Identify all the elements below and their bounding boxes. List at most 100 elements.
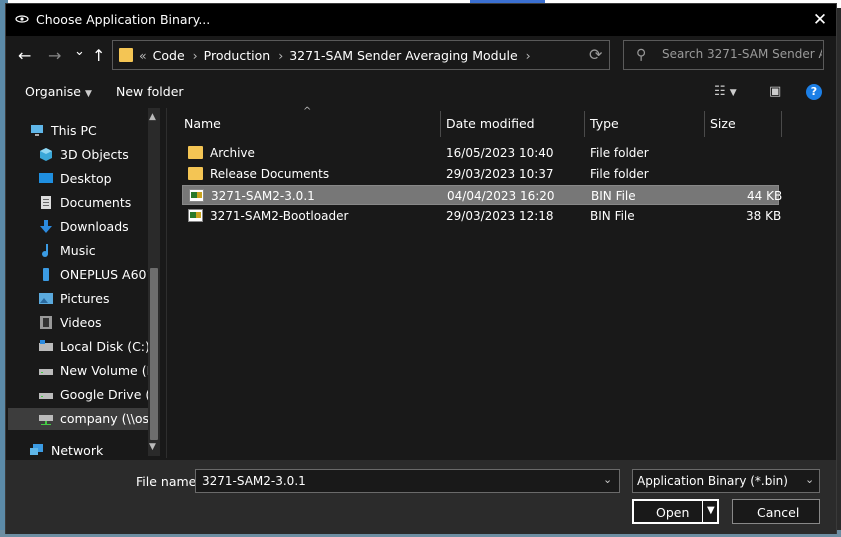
chevron-right-icon[interactable]: ›	[278, 48, 283, 63]
file-date: 04/04/2023 16:20	[447, 189, 555, 203]
column-header-date[interactable]: Date modified	[446, 116, 535, 131]
title-bar[interactable]: Choose Application Binary... ✕	[6, 4, 836, 36]
close-button[interactable]: ✕	[806, 8, 834, 32]
pictures-icon	[39, 293, 53, 304]
open-button-label: Open	[656, 505, 690, 520]
file-name-label: File name:	[136, 474, 201, 489]
file-name: Archive	[210, 146, 255, 160]
sidebar-item-music[interactable]: Music	[8, 240, 148, 262]
file-name: 3271-SAM2-3.0.1	[211, 189, 315, 203]
folder-icon	[188, 146, 203, 159]
sidebar-item-label: Local Disk (C:)	[60, 339, 148, 354]
dialog-app-icon	[15, 15, 29, 23]
scroll-down-icon[interactable]: ▼	[149, 442, 156, 452]
column-divider[interactable]	[704, 111, 705, 137]
sidebar-item-label: Desktop	[60, 171, 112, 186]
file-size: 38 KB	[746, 209, 782, 223]
cancel-button[interactable]: Cancel	[732, 499, 820, 524]
navigation-pane: This PC 3D Objects Desktop Documents Dow…	[8, 108, 162, 456]
download-icon	[40, 220, 52, 233]
file-type-filter[interactable]: Application Binary (*.bin) ⌄	[632, 469, 820, 493]
file-list: ^ Name Date modified Type Size Archive 1…	[166, 106, 837, 458]
table-row[interactable]: Release Documents 29/03/2023 10:37 File …	[182, 164, 779, 184]
documents-icon	[41, 196, 51, 209]
folder-icon	[119, 48, 133, 62]
table-row[interactable]: 3271-SAM2-Bootloader 29/03/2023 12:18 BI…	[182, 206, 782, 226]
organise-menu[interactable]: Organise ▼	[25, 84, 92, 99]
view-options-icon[interactable]: ☷ ▼	[714, 84, 737, 99]
breadcrumb: « Code › Production › 3271-SAM Sender Averagi…	[139, 48, 537, 63]
drive-icon	[39, 369, 53, 375]
sidebar-item-label: Videos	[60, 315, 102, 330]
column-header-size[interactable]: Size	[710, 116, 736, 131]
sidebar-item-label: This PC	[51, 123, 97, 138]
disk-icon	[39, 340, 53, 351]
new-folder-button[interactable]: New folder	[116, 84, 184, 99]
file-name: Release Documents	[210, 167, 330, 181]
help-icon[interactable]: ?	[806, 84, 822, 100]
sidebar-item-new-volume[interactable]: New Volume (D:)	[8, 360, 148, 382]
column-divider[interactable]	[781, 111, 782, 137]
sidebar-item-downloads[interactable]: Downloads	[8, 216, 148, 238]
refresh-icon[interactable]: ⟳	[589, 45, 602, 64]
sidebar-item-this-pc[interactable]: This PC	[8, 120, 148, 142]
sidebar-item-network[interactable]: Network	[8, 440, 148, 456]
pc-icon	[31, 125, 43, 136]
sidebar-item-label: ONEPLUS A6013	[60, 267, 148, 282]
chevron-down-icon: ⌄	[805, 473, 815, 486]
file-size: 44 KB	[747, 189, 783, 203]
scroll-up-icon[interactable]: ▲	[149, 112, 156, 122]
scrollbar-thumb[interactable]	[150, 268, 158, 440]
file-name-input[interactable]	[200, 473, 594, 489]
column-header-type[interactable]: Type	[590, 116, 619, 131]
sidebar-item-label: Music	[60, 243, 96, 258]
file-date: 16/05/2023 10:40	[446, 146, 554, 160]
column-divider[interactable]	[440, 111, 441, 137]
sidebar-item-3d-objects[interactable]: 3D Objects	[8, 144, 148, 166]
table-row[interactable]: Archive 16/05/2023 10:40 File folder	[182, 143, 779, 163]
chevron-down-icon[interactable]: ⌄	[603, 473, 612, 486]
breadcrumb-item-module[interactable]: 3271-SAM Sender Averaging Module	[289, 48, 517, 63]
file-type: BIN File	[591, 189, 636, 203]
preview-pane-icon[interactable]: ▣	[769, 84, 781, 99]
search-box[interactable]: ⚲	[623, 40, 824, 70]
network-drive-icon	[39, 415, 53, 425]
back-button[interactable]: ←	[18, 46, 31, 65]
sidebar-item-desktop[interactable]: Desktop	[8, 168, 148, 190]
sidebar-item-company[interactable]: company (\\os0	[8, 408, 148, 430]
search-input[interactable]	[660, 46, 824, 62]
chevron-right-icon[interactable]: ›	[526, 48, 531, 63]
sidebar-item-pictures[interactable]: Pictures	[8, 288, 148, 310]
bin-file-icon	[188, 209, 203, 222]
sidebar-item-videos[interactable]: Videos	[8, 312, 148, 334]
sidebar-item-local-disk[interactable]: Local Disk (C:)	[8, 336, 148, 358]
sidebar-item-documents[interactable]: Documents	[8, 192, 148, 214]
open-button[interactable]: Open ▼	[632, 499, 719, 524]
sidebar-item-google-drive[interactable]: Google Drive (G:)	[8, 384, 148, 406]
sidebar-item-label: 3D Objects	[60, 147, 129, 162]
sidebar-item-label: Pictures	[60, 291, 110, 306]
up-button[interactable]: ↑	[92, 46, 105, 65]
chevron-right-icon[interactable]: ›	[193, 48, 198, 63]
sidebar-item-label: Downloads	[60, 219, 129, 234]
music-icon	[42, 244, 48, 257]
navigation-scrollbar[interactable]: ▲ ▼	[148, 108, 160, 456]
column-divider[interactable]	[584, 111, 585, 137]
table-row-selected[interactable]: 3271-SAM2-3.0.1 04/04/2023 16:20 BIN Fil…	[182, 185, 783, 205]
file-date: 29/03/2023 12:18	[446, 209, 554, 223]
recent-locations-button[interactable]: ⌄	[74, 44, 85, 59]
forward-button[interactable]: →	[48, 46, 61, 65]
bin-file-icon	[189, 189, 204, 202]
file-name: 3271-SAM2-Bootloader	[210, 209, 349, 223]
file-name-field[interactable]: ⌄	[195, 469, 620, 493]
breadcrumb-item-production[interactable]: Production	[204, 48, 271, 63]
phone-icon	[43, 268, 49, 281]
breadcrumb-item-code[interactable]: Code	[153, 48, 185, 63]
open-options-chevron-icon[interactable]: ▼	[707, 505, 715, 516]
file-type-filter-value: Application Binary (*.bin)	[637, 474, 788, 488]
search-icon: ⚲	[636, 47, 647, 63]
breadcrumb-overflow[interactable]: «	[139, 48, 147, 63]
sidebar-item-oneplus[interactable]: ONEPLUS A6013	[8, 264, 148, 286]
column-header-name[interactable]: Name	[184, 116, 221, 131]
address-bar[interactable]: « Code › Production › 3271-SAM Sender Averagi…	[112, 40, 610, 70]
